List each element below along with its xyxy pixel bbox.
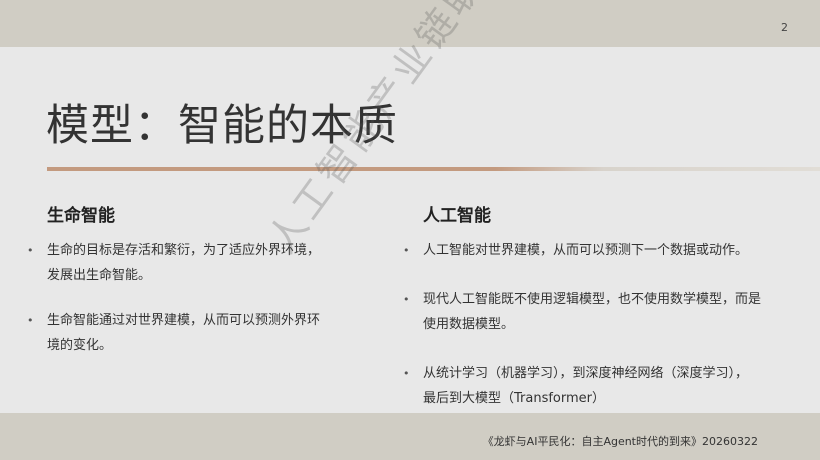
- left-bullet-list: • 生命的目标是存活和繁衍，为了适应外界环境， 发展出生命智能。 • 生命智能通…: [27, 238, 367, 358]
- bullet-dot: •: [27, 314, 34, 327]
- right-bullet-list: • 人工智能对世界建模，从而可以预测下一个数据或动作。 • 现代人工智能既不使用…: [403, 238, 803, 411]
- bullet-line: 人工智能对世界建模，从而可以预测下一个数据或动作。: [423, 243, 749, 258]
- bottom-band: 《龙虾与AI平民化：自主Agent时代的到来》20260322: [0, 413, 820, 460]
- bullet-dot: •: [403, 293, 410, 306]
- bullet-dot: •: [403, 244, 410, 257]
- left-column-heading: 生命智能: [47, 206, 115, 226]
- list-item: • 现代人工智能既不使用逻辑模型，也不使用数学模型，而是 使用数据模型。: [403, 287, 803, 337]
- list-item: • 生命智能通过对世界建模，从而可以预测外界环 境的变化。: [27, 308, 367, 358]
- bullet-line: 境的变化。: [47, 338, 113, 353]
- bullet-line: 使用数据模型。: [423, 317, 515, 332]
- slide-title: 模型：智能的本质: [46, 101, 398, 151]
- bullet-line: 生命智能通过对世界建模，从而可以预测外界环: [47, 313, 321, 328]
- bullet-line: 生命的目标是存活和繁衍，为了适应外界环境，: [47, 243, 321, 258]
- slide-body: 模型：智能的本质 生命智能 • 生命的目标是存活和繁衍，为了适应外界环境， 发展…: [0, 47, 820, 413]
- right-column-heading: 人工智能: [423, 206, 491, 226]
- bullet-line: 最后到大模型（Transformer）: [423, 391, 606, 406]
- bullet-line: 发展出生命智能。: [47, 268, 152, 283]
- left-column: 生命智能 • 生命的目标是存活和繁衍，为了适应外界环境， 发展出生命智能。 • …: [27, 201, 367, 378]
- bullet-line: 现代人工智能既不使用逻辑模型，也不使用数学模型，而是: [423, 292, 762, 307]
- bullet-dot: •: [27, 244, 34, 257]
- bullet-dot: •: [403, 367, 410, 380]
- right-column: 人工智能 • 人工智能对世界建模，从而可以预测下一个数据或动作。 • 现代人工智…: [403, 201, 803, 435]
- page-number: 2: [781, 21, 788, 34]
- title-divider: [47, 167, 820, 171]
- list-item: • 从统计学习（机器学习），到深度神经网络（深度学习）， 最后到大模型（Tran…: [403, 361, 803, 411]
- list-item: • 生命的目标是存活和繁衍，为了适应外界环境， 发展出生命智能。: [27, 238, 367, 288]
- list-item: • 人工智能对世界建模，从而可以预测下一个数据或动作。: [403, 238, 803, 263]
- bullet-line: 从统计学习（机器学习），到深度神经网络（深度学习），: [423, 366, 749, 381]
- top-band: 2: [0, 0, 820, 47]
- footer-text: 《龙虾与AI平民化：自主Agent时代的到来》20260322: [482, 435, 758, 448]
